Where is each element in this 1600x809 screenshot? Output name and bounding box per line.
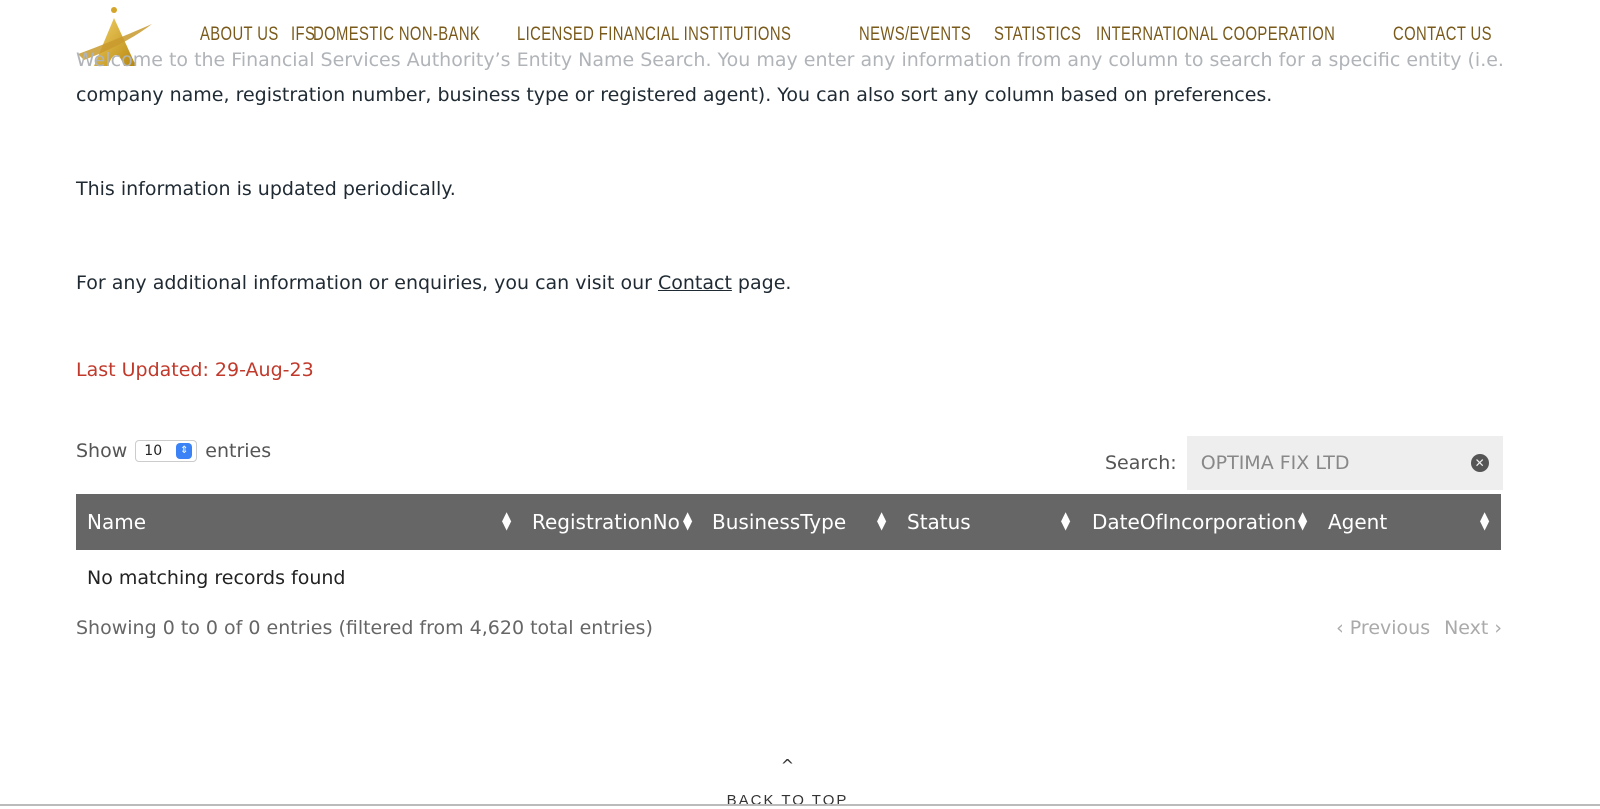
entries-control: Show 10 ⇕ entries xyxy=(76,440,271,462)
intro-line-1: Welcome to the Financial Services Author… xyxy=(76,49,1504,71)
column-header-businesstype[interactable]: BusinessType xyxy=(712,494,846,550)
sort-icon[interactable]: ▲ ▼ xyxy=(683,510,692,531)
select-arrows-icon: ⇕ xyxy=(176,443,193,459)
last-updated: Last Updated: 29-Aug-23 xyxy=(76,359,314,381)
column-header-name[interactable]: Name xyxy=(87,494,146,550)
show-label: Show xyxy=(76,440,128,462)
back-to-top-label: BACK TO TOP xyxy=(726,792,849,809)
column-label: BusinessType xyxy=(712,510,847,534)
contact-prefix: For any additional information or enquir… xyxy=(76,272,658,294)
column-header-registrationno[interactable]: RegistrationNo xyxy=(532,494,680,550)
previous-label: Previous xyxy=(1349,617,1431,639)
contact-suffix: page. xyxy=(731,272,792,294)
update-note: This information is updated periodically… xyxy=(76,178,456,200)
column-header-agent[interactable]: Agent xyxy=(1328,494,1387,550)
entries-select[interactable]: 10 ⇕ xyxy=(135,440,198,462)
next-button[interactable]: Next › xyxy=(1444,617,1502,639)
chevron-up-icon: ^ xyxy=(780,756,795,775)
column-label: RegistrationNo xyxy=(532,510,680,534)
search-input[interactable]: OPTIMA FIX LTD ✕ xyxy=(1186,436,1503,490)
contact-note: For any additional information or enquir… xyxy=(76,266,791,301)
column-label: Status xyxy=(907,510,971,534)
empty-table-message: No matching records found xyxy=(87,567,346,589)
sort-icon[interactable]: ▲ ▼ xyxy=(1061,510,1070,531)
intro-line-2: company name, registration number, busin… xyxy=(76,84,1273,106)
column-header-dateofincorporation[interactable]: DateOfIncorporation xyxy=(1092,494,1296,550)
search-value: OPTIMA FIX LTD xyxy=(1200,452,1350,474)
search-label: Search: xyxy=(1105,452,1177,474)
column-header-status[interactable]: Status xyxy=(907,494,971,550)
pagination: ‹ Previous Next › xyxy=(1336,617,1502,639)
sort-icon[interactable]: ▲ ▼ xyxy=(877,510,886,531)
table-header: Name ▲ ▼ RegistrationNo ▲ ▼ BusinessType ▲… xyxy=(76,494,1501,550)
previous-button[interactable]: ‹ Previous xyxy=(1336,617,1430,639)
intro-text: Welcome to the Financial Services Author… xyxy=(76,43,1516,113)
sort-icon[interactable]: ▲ ▼ xyxy=(1480,510,1489,531)
contact-link[interactable]: Contact xyxy=(658,272,732,294)
search-control: Search: OPTIMA FIX LTD ✕ xyxy=(1105,436,1503,490)
column-label: Agent xyxy=(1328,510,1388,534)
sort-icon[interactable]: ▲ ▼ xyxy=(1298,510,1307,531)
sort-icon[interactable]: ▲ ▼ xyxy=(502,510,511,531)
column-label: Name xyxy=(87,510,147,534)
entries-value: 10 xyxy=(144,443,163,459)
next-label: Next xyxy=(1444,617,1489,639)
clear-search-icon[interactable]: ✕ xyxy=(1470,454,1489,472)
entries-label: entries xyxy=(205,440,272,462)
table-info: Showing 0 to 0 of 0 entries (filtered fr… xyxy=(76,617,653,639)
column-label: DateOfIncorporation xyxy=(1092,510,1297,534)
